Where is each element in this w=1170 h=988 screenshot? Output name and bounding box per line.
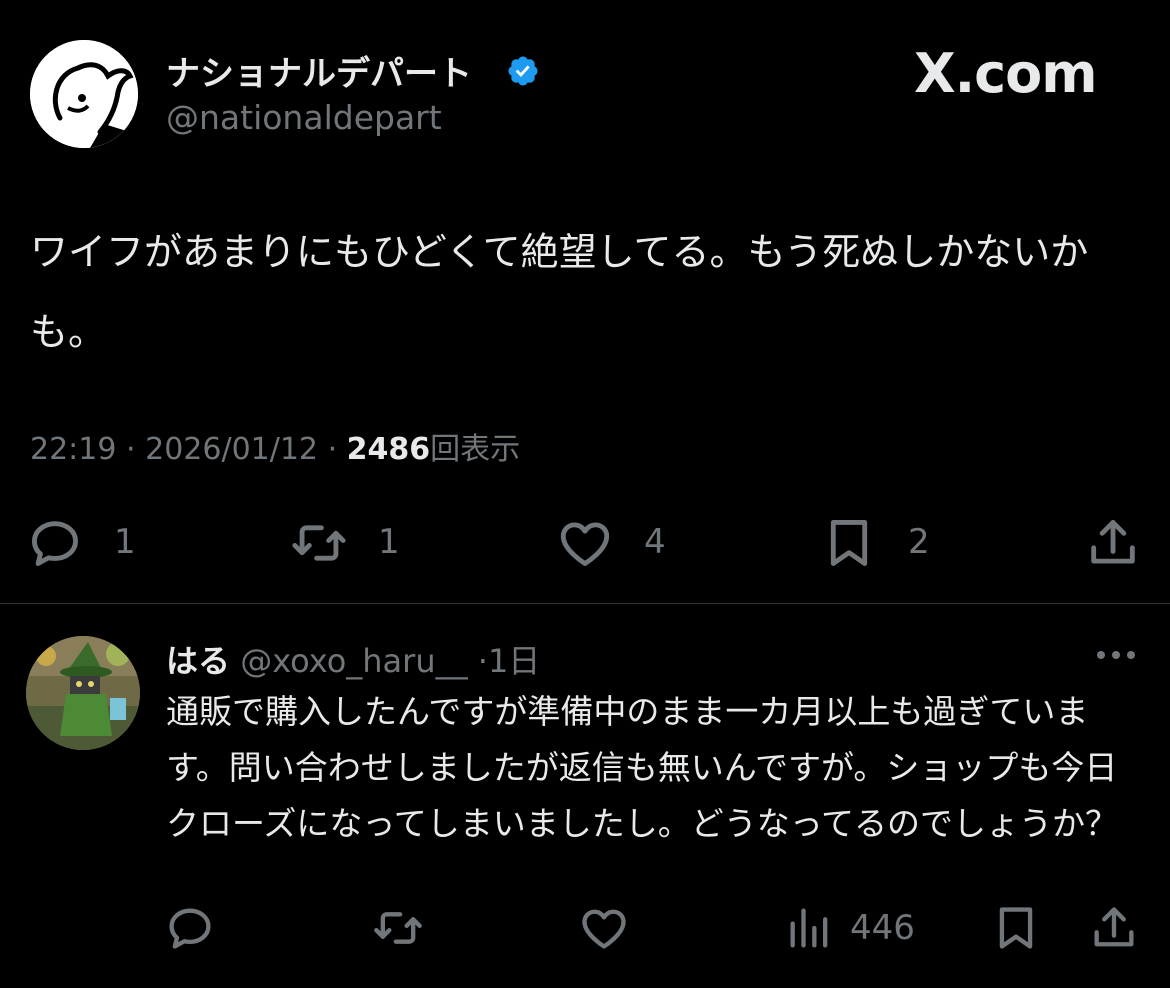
reply-separator: · [477, 642, 488, 680]
views-icon[interactable] [784, 902, 836, 954]
tweet-meta: 22:19 · 2026/01/12 · 2486回表示 [30, 424, 520, 468]
retweet-icon[interactable] [290, 514, 348, 572]
verified-badge-icon [506, 54, 540, 88]
meta-separator: · [126, 432, 136, 467]
views-label: 回表示 [430, 432, 521, 467]
meta-separator: · [327, 432, 338, 467]
tweet-time[interactable]: 22:19 [30, 432, 116, 467]
reply-avatar[interactable] [26, 636, 140, 750]
reply-icon[interactable] [164, 902, 216, 954]
retweet-count: 1 [378, 522, 400, 562]
brand-logo: X.com [914, 42, 1098, 105]
reply-header: はる @xoxo_haru__ ·1日 [166, 636, 540, 682]
like-icon[interactable] [556, 514, 614, 572]
reply-count: 1 [114, 522, 136, 562]
reply-text: 通販で購入したんですが準備中のまま一カ月以上も過ぎています。問い合わせしましたが… [166, 692, 1119, 843]
author-handle[interactable]: @nationaldepart [166, 98, 442, 137]
like-count: 4 [644, 522, 666, 562]
tweet-date[interactable]: 2026/01/12 [145, 432, 318, 467]
author-avatar[interactable] [30, 40, 138, 148]
reply-handle[interactable]: @xoxo_haru__ [240, 642, 467, 680]
author-display-name[interactable]: ナショナルデパート [166, 46, 472, 95]
bookmark-count: 2 [908, 522, 930, 562]
bookmark-icon[interactable] [820, 514, 878, 572]
tweet-text: ワイフがあまりにもひどくて絶望してる。もう死ぬしかないかも。 [30, 230, 1089, 354]
retweet-icon[interactable] [372, 902, 424, 954]
more-icon[interactable] [1092, 640, 1140, 670]
share-icon[interactable] [1084, 514, 1142, 572]
like-icon[interactable] [578, 902, 630, 954]
reply-time[interactable]: 1日 [488, 642, 540, 680]
divider [0, 603, 1170, 604]
reply-display-name[interactable]: はる [166, 642, 230, 680]
views-count: 446 [850, 908, 915, 948]
reply-icon[interactable] [26, 514, 84, 572]
share-icon[interactable] [1088, 902, 1140, 954]
bookmark-icon[interactable] [990, 902, 1042, 954]
views-count: 2486 [346, 432, 431, 467]
